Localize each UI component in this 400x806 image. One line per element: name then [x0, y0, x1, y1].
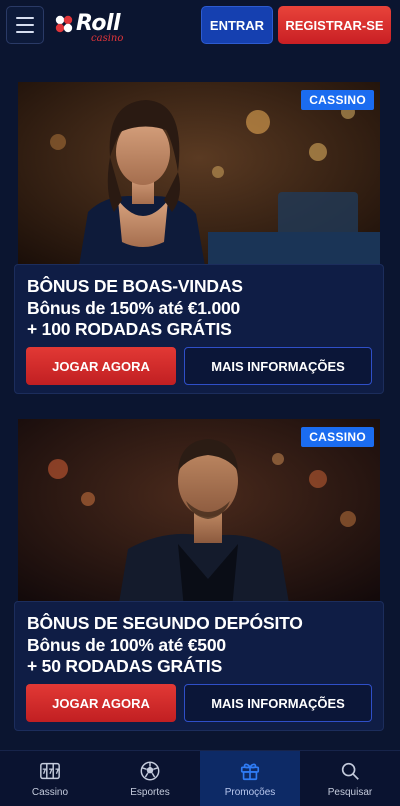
nav-label: Cassino — [31, 786, 69, 798]
casino-man-illustration — [18, 419, 380, 609]
nav-label: Esportes — [130, 786, 170, 798]
promo-card-welcome-bonus: CASSINO BÔNUS DE BOAS-VINDAS Bônus de 15… — [14, 82, 384, 396]
promo-image-woman: CASSINO — [18, 82, 380, 272]
promo-title: BÔNUS DE BOAS-VINDAS — [27, 276, 243, 296]
promo-bonus-line: Bônus de 150% até €1.000 — [27, 298, 241, 318]
promo-body: BÔNUS DE SEGUNDO DEPÓSITO Bônus de 100% … — [14, 601, 384, 731]
register-button[interactable]: REGISTRAR-SE — [278, 6, 391, 44]
nav-item-pesquisar[interactable]: Pesquisar — [300, 751, 400, 806]
casino-woman-illustration — [18, 82, 380, 272]
menu-line — [16, 31, 34, 33]
brand-subtitle: casino — [91, 33, 124, 44]
clover-logo-icon — [55, 15, 73, 33]
menu-line — [16, 24, 34, 26]
promo-spins-line: + 50 RODADAS GRÁTIS — [27, 656, 223, 676]
soccer-ball-icon — [140, 761, 160, 780]
promo-bonus-line: Bônus de 100% até €500 — [27, 635, 226, 655]
play-now-button[interactable]: JOGAR AGORA — [26, 684, 176, 722]
promo-body: BÔNUS DE BOAS-VINDAS Bônus de 150% até €… — [14, 264, 384, 394]
top-header: Roll casino ENTRAR REGISTRAR-SE — [0, 0, 400, 50]
slot-machine-icon — [40, 762, 60, 779]
promo-title: BÔNUS DE SEGUNDO DEPÓSITO — [27, 613, 303, 633]
promo-image-man: CASSINO — [18, 419, 380, 609]
roll-casino-logo[interactable]: Roll casino — [54, 5, 134, 45]
search-icon — [341, 762, 359, 780]
gift-icon — [240, 763, 260, 780]
nav-label: Promoções — [224, 786, 276, 798]
more-info-button[interactable]: MAIS INFORMAÇÕES — [184, 347, 372, 385]
play-now-button[interactable]: JOGAR AGORA — [26, 347, 176, 385]
more-info-button[interactable]: MAIS INFORMAÇÕES — [184, 684, 372, 722]
nav-item-esportes[interactable]: Esportes — [100, 751, 200, 806]
nav-item-promocoes[interactable]: Promoções — [200, 751, 300, 806]
bottom-navigation: Cassino Esportes Promoções Pesquisar — [0, 750, 400, 806]
nav-label: Pesquisar — [327, 786, 373, 798]
category-tag: CASSINO — [301, 90, 374, 110]
promo-spins-line: + 100 RODADAS GRÁTIS — [27, 319, 232, 339]
promo-card-second-deposit: CASSINO BÔNUS DE SEGUNDO DEPÓSITO Bônus … — [14, 419, 384, 733]
nav-item-cassino[interactable]: Cassino — [0, 751, 100, 806]
login-button[interactable]: ENTRAR — [201, 6, 273, 44]
menu-line — [16, 17, 34, 19]
category-tag: CASSINO — [301, 427, 374, 447]
hamburger-menu-button[interactable] — [6, 6, 44, 44]
